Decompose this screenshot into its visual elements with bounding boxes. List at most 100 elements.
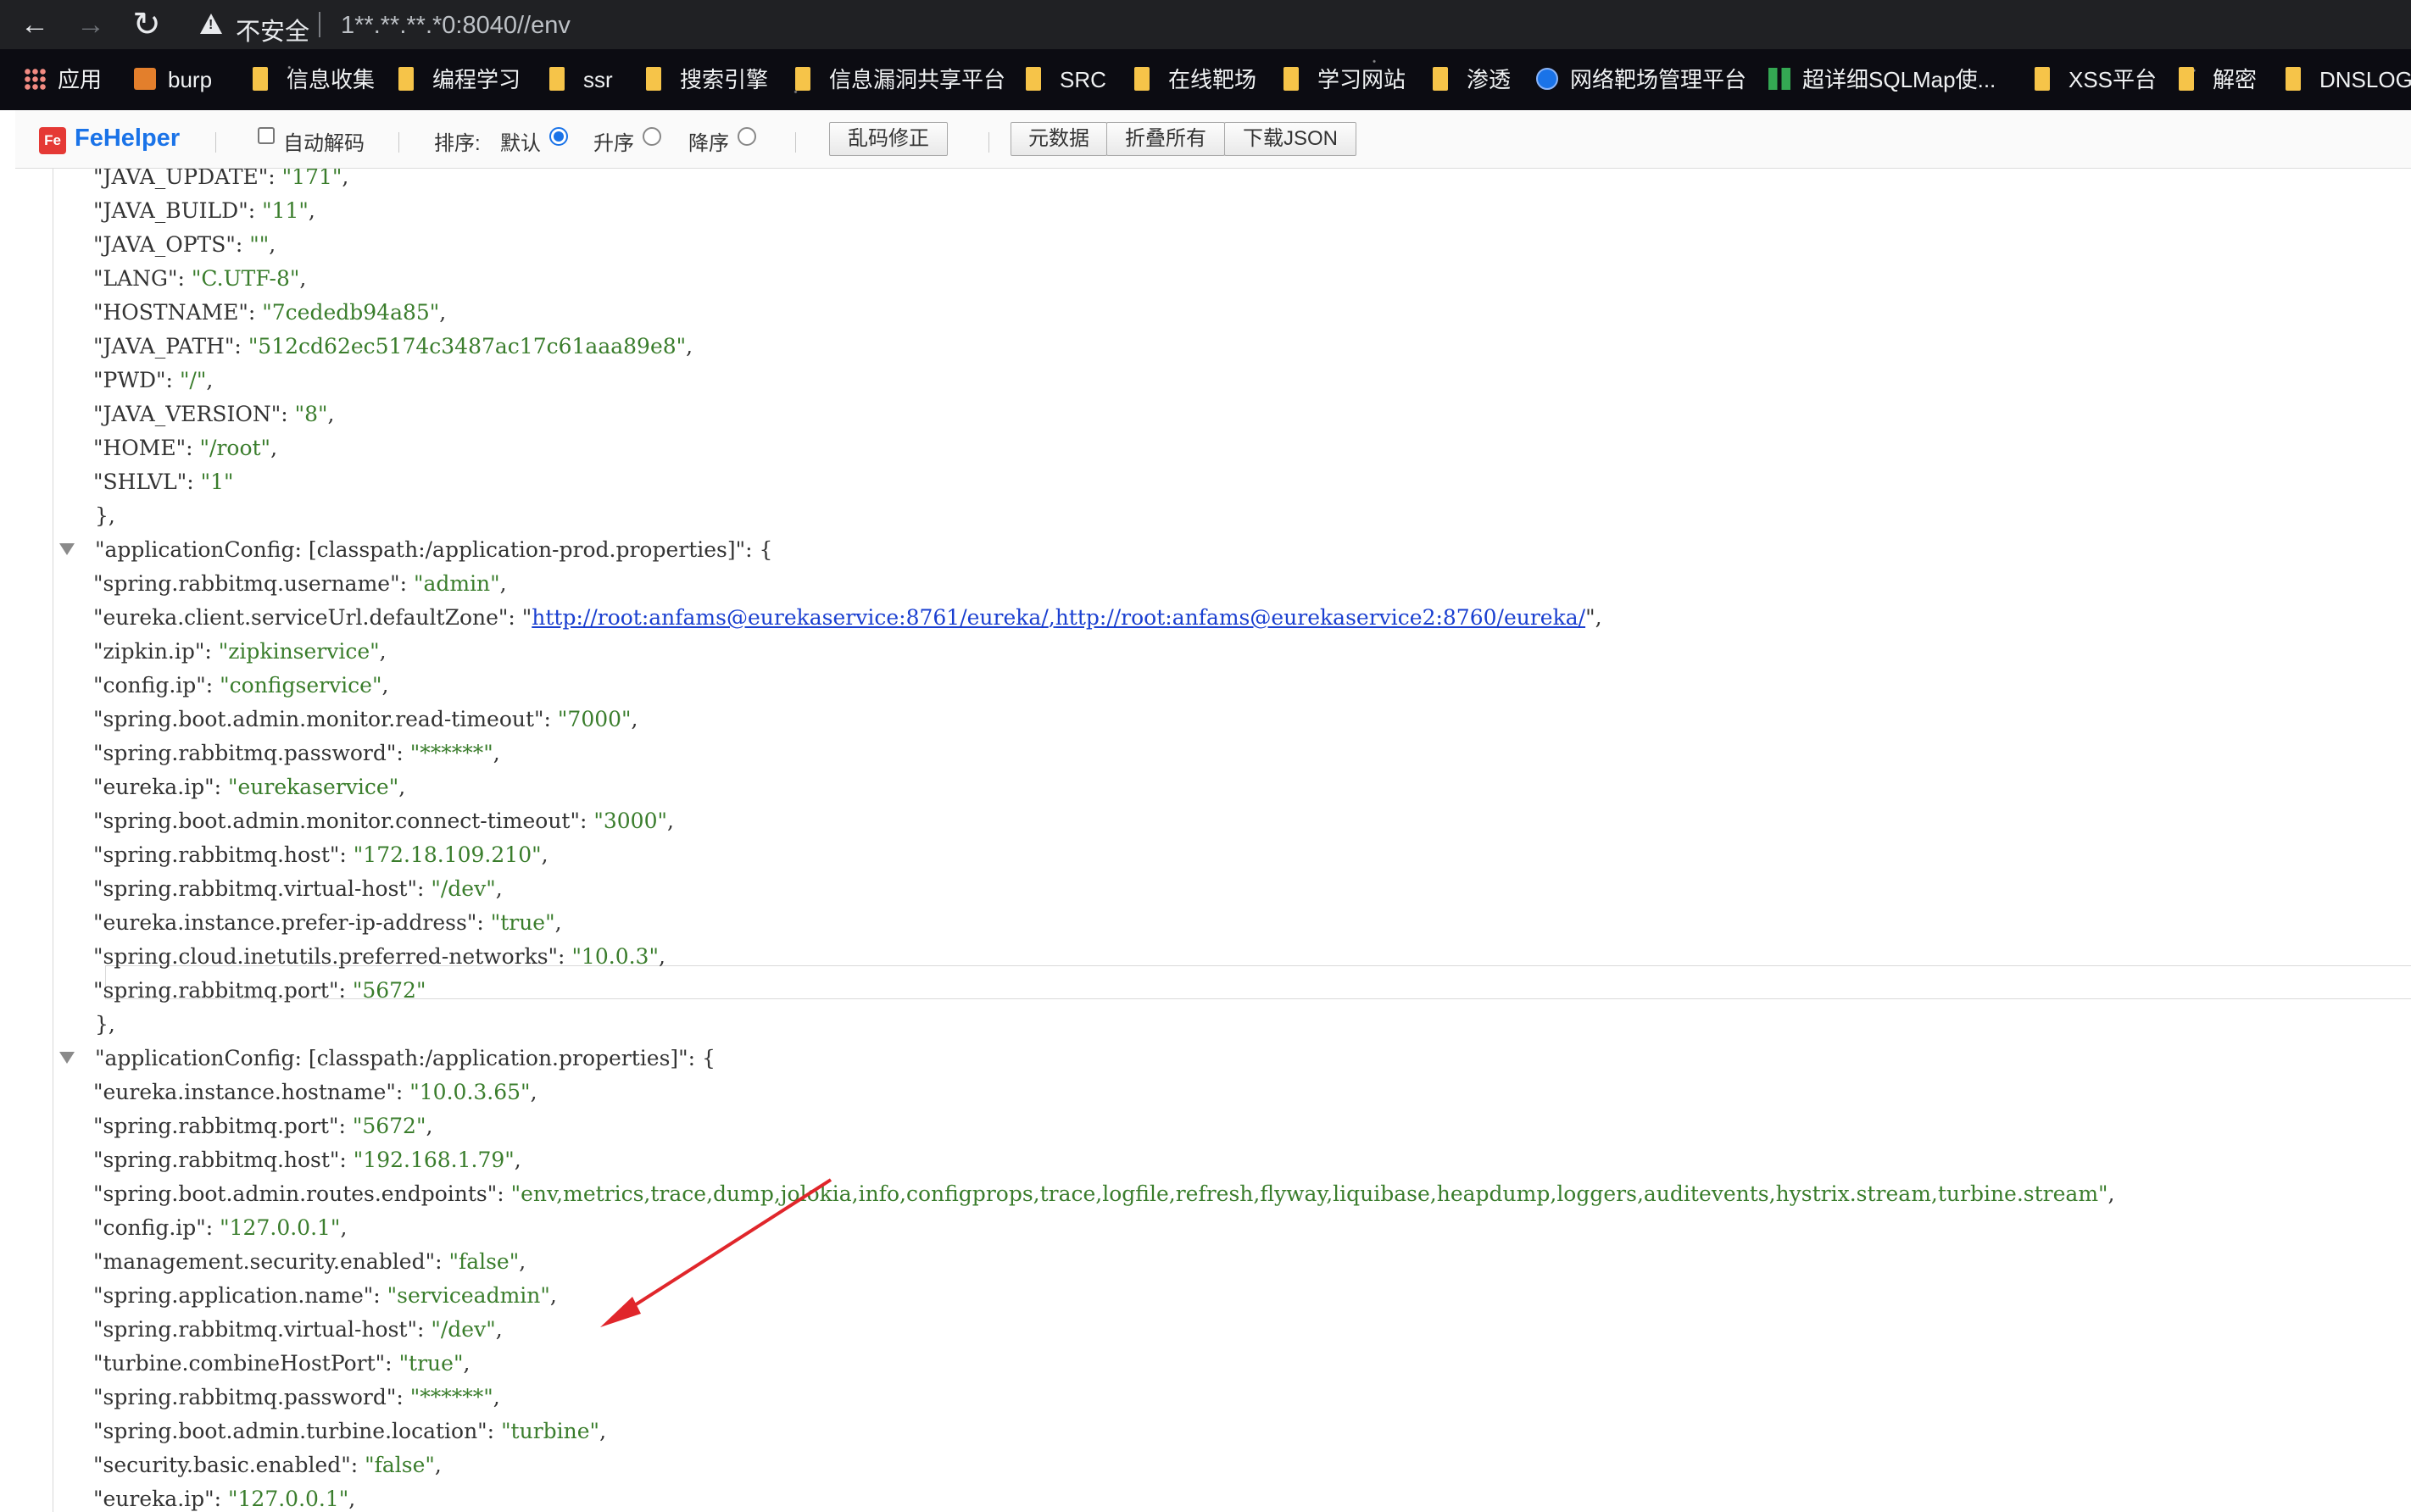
json-group-header-prod[interactable]: "applicationConfig: [classpath:/applicat… bbox=[95, 533, 772, 567]
sort-asc-radio[interactable] bbox=[643, 127, 661, 146]
json-key: "JAVA_PATH": bbox=[93, 334, 242, 359]
json-comma: , bbox=[398, 775, 406, 799]
json-value[interactable]: "******" bbox=[410, 741, 493, 765]
json-value[interactable]: "127.0.0.1" bbox=[220, 1215, 340, 1240]
json-key: "spring.application.name": bbox=[93, 1283, 381, 1308]
json-line: "JAVA_OPTS": "", bbox=[93, 228, 276, 262]
json-value[interactable]: "/dev" bbox=[431, 876, 495, 901]
json-value[interactable]: "/root" bbox=[200, 436, 271, 460]
json-comma: , bbox=[666, 809, 674, 833]
apps-grid-icon bbox=[24, 68, 46, 90]
json-key: "security.basic.enabled": bbox=[93, 1453, 359, 1477]
fehelper-title[interactable]: FeHelper bbox=[75, 125, 180, 153]
bookmark-label: 网络靶场管理平台 bbox=[1570, 67, 1747, 92]
folder-icon bbox=[795, 67, 810, 91]
json-comma: , bbox=[495, 1317, 503, 1342]
json-value[interactable]: "7cededb94a85" bbox=[262, 300, 439, 325]
collapse-triangle-icon[interactable] bbox=[59, 543, 75, 555]
json-line: "HOME": "/root", bbox=[93, 431, 277, 465]
json-value[interactable]: "1" bbox=[201, 470, 234, 494]
bookmarks-bar: 应用 burp 信息收集 编程学习 ssr 搜索引擎 信息漏洞共享平台 SRC … bbox=[0, 49, 2411, 110]
json-value[interactable]: "10.0.3.65" bbox=[409, 1080, 530, 1104]
json-key: "eureka.client.serviceUrl.defaultZone": bbox=[93, 605, 515, 630]
json-value[interactable]: "true" bbox=[491, 910, 555, 935]
folder-icon bbox=[2179, 67, 2194, 91]
security-status-label[interactable]: 不安全 bbox=[236, 12, 309, 47]
json-key: "spring.rabbitmq.port": bbox=[93, 978, 346, 1003]
eureka-link-2[interactable]: http://root:anfams@eurekaservice2:8760/e… bbox=[1055, 605, 1585, 630]
json-value[interactable]: "10.0.3" bbox=[571, 944, 659, 969]
json-value[interactable]: "7000" bbox=[558, 707, 632, 731]
json-value[interactable]: "8" bbox=[295, 402, 328, 426]
json-comma: , bbox=[658, 944, 665, 969]
json-key: "spring.boot.admin.routes.endpoints": bbox=[93, 1181, 504, 1206]
auto-decode-checkbox[interactable] bbox=[258, 127, 275, 144]
download-json-button[interactable]: 下载JSON bbox=[1224, 122, 1356, 156]
url-text[interactable]: 1**.**.**.*0:8040//env bbox=[341, 12, 571, 40]
json-value[interactable]: "******" bbox=[410, 1385, 493, 1409]
url-field[interactable]: ! 不安全 1**.**.**.*0:8040//env bbox=[183, 5, 2396, 47]
forward-arrow-icon[interactable]: → bbox=[68, 0, 114, 49]
eureka-link-separator: , bbox=[1048, 605, 1055, 630]
toolbar-divider bbox=[398, 132, 399, 153]
json-value[interactable]: "false" bbox=[448, 1249, 519, 1274]
json-line: "JAVA_VERSION": "8", bbox=[93, 397, 334, 431]
bookmark-label: burp bbox=[168, 67, 213, 92]
bookmark-label: 搜索引擎 bbox=[680, 67, 769, 92]
json-value[interactable]: "171" bbox=[282, 169, 342, 189]
collapse-all-button[interactable]: 折叠所有 bbox=[1106, 122, 1225, 156]
json-key: "spring.boot.admin.monitor.connect-timeo… bbox=[93, 809, 587, 833]
json-value[interactable]: "3000" bbox=[593, 809, 667, 833]
json-value[interactable]: "configservice" bbox=[220, 673, 381, 698]
json-value[interactable]: "192.168.1.79" bbox=[354, 1148, 515, 1172]
json-key: "HOSTNAME": bbox=[93, 300, 256, 325]
json-value[interactable]: "/dev" bbox=[431, 1317, 495, 1342]
json-value[interactable]: "admin" bbox=[414, 571, 500, 596]
json-value[interactable]: "" bbox=[249, 232, 269, 257]
bookmark-label: 编程学习 bbox=[432, 67, 521, 92]
json-value[interactable]: "env,metrics,trace,dump,jolokia,info,con… bbox=[511, 1181, 2108, 1206]
json-line: "zipkin.ip": "zipkinservice", bbox=[93, 635, 387, 669]
json-key: "SHLVL": bbox=[93, 470, 194, 494]
json-value[interactable]: "5672" bbox=[353, 1114, 426, 1138]
json-value[interactable]: "zipkinservice" bbox=[219, 639, 380, 664]
json-value[interactable]: "false" bbox=[365, 1453, 435, 1477]
json-comma: , bbox=[439, 300, 447, 325]
json-comma: , bbox=[514, 1148, 521, 1172]
json-comma: , bbox=[554, 910, 562, 935]
json-value[interactable]: "5672" bbox=[353, 978, 426, 1003]
metadata-button[interactable]: 元数据 bbox=[1011, 122, 1107, 156]
json-line: "eureka.client.serviceUrl.defaultZone": … bbox=[93, 605, 1602, 630]
json-value[interactable]: "serviceadmin" bbox=[387, 1283, 550, 1308]
json-group-header-app[interactable]: "applicationConfig: [classpath:/applicat… bbox=[95, 1042, 716, 1076]
json-key: "spring.rabbitmq.virtual-host": bbox=[93, 876, 425, 901]
json-value[interactable]: "172.18.109.210" bbox=[354, 842, 542, 867]
json-line: "spring.boot.admin.monitor.read-timeout"… bbox=[93, 703, 638, 737]
json-key: "spring.boot.admin.turbine.location": bbox=[93, 1419, 495, 1443]
json-value[interactable]: "eurekaservice" bbox=[228, 775, 398, 799]
json-comma: , bbox=[495, 876, 503, 901]
sort-default-label: 默认 bbox=[500, 132, 541, 155]
json-key: "spring.rabbitmq.host": bbox=[93, 842, 347, 867]
reload-icon[interactable]: ↻ bbox=[124, 0, 170, 49]
collapse-triangle-icon[interactable] bbox=[59, 1052, 75, 1064]
fix-garbled-button[interactable]: 乱码修正 bbox=[829, 122, 948, 156]
json-value[interactable]: "/" bbox=[180, 368, 206, 392]
json-value[interactable]: "11" bbox=[262, 198, 309, 223]
json-value[interactable]: "C.UTF-8" bbox=[192, 266, 300, 291]
json-line: "spring.cloud.inetutils.preferred-networ… bbox=[93, 940, 665, 974]
json-value[interactable]: "512cd62ec5174c3487ac17c61aaa89e8" bbox=[248, 334, 686, 359]
json-line: "spring.rabbitmq.virtual-host": "/dev", bbox=[93, 1313, 503, 1347]
json-value[interactable]: "true" bbox=[399, 1351, 464, 1376]
globe-icon bbox=[1536, 68, 1558, 90]
toolbar-divider bbox=[795, 132, 796, 153]
sort-default-radio[interactable] bbox=[549, 127, 568, 146]
folder-icon bbox=[2035, 67, 2050, 91]
sort-desc-radio[interactable] bbox=[738, 127, 756, 146]
json-line: "spring.boot.admin.monitor.connect-timeo… bbox=[93, 804, 674, 838]
back-arrow-icon[interactable]: ← bbox=[12, 0, 58, 49]
json-key: "eureka.instance.hostname": bbox=[93, 1080, 404, 1104]
json-value[interactable]: "turbine" bbox=[501, 1419, 599, 1443]
eureka-link-1[interactable]: http://root:anfams@eurekaservice:8761/eu… bbox=[532, 605, 1048, 630]
json-value[interactable]: "127.0.0.1" bbox=[228, 1487, 348, 1511]
